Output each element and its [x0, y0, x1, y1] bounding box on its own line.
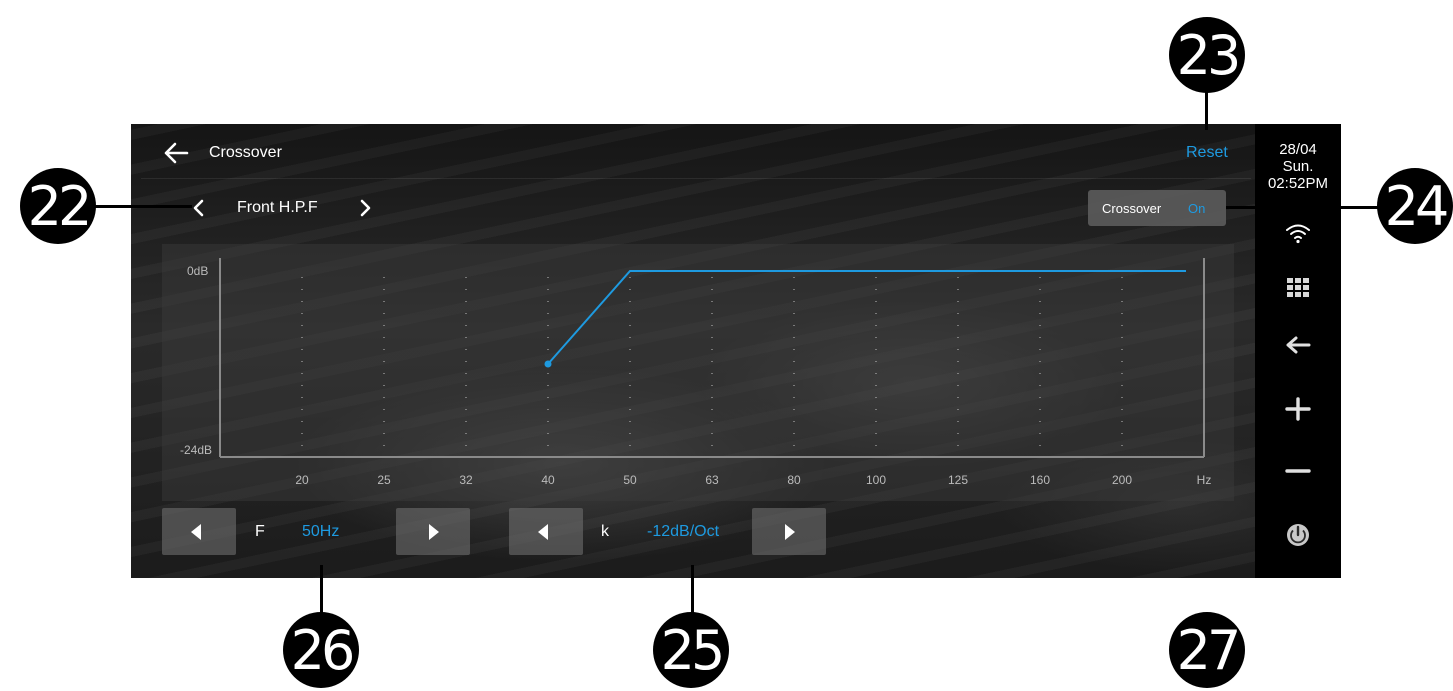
x-tick-label: 32: [459, 473, 473, 487]
callout-25: 25: [653, 612, 729, 688]
slope-decrease-button[interactable]: [509, 508, 583, 555]
y-tick-label: 0dB: [187, 264, 208, 278]
reset-button[interactable]: Reset: [1186, 144, 1228, 162]
date-text: 28/04: [1279, 141, 1317, 158]
volume-down-icon[interactable]: [1283, 458, 1313, 484]
x-tick-label: 40: [541, 473, 555, 487]
header-divider: [141, 178, 1251, 179]
volume-up-icon[interactable]: [1283, 396, 1313, 422]
frequency-label: F: [255, 523, 265, 540]
slope-value: -12dB/Oct: [647, 523, 720, 540]
left-triangle-icon: [538, 524, 548, 540]
x-tick-label: 20: [295, 473, 309, 487]
x-tick-label: Hz: [1197, 473, 1212, 487]
time-text: 02:52PM: [1267, 175, 1329, 192]
x-tick-label: 200: [1112, 473, 1132, 487]
crossover-toggle[interactable]: Crossover On: [1088, 190, 1226, 226]
wifi-icon[interactable]: [1283, 220, 1313, 246]
right-triangle-icon: [429, 524, 439, 540]
x-tick-label: 50: [623, 473, 637, 487]
left-triangle-icon: [191, 524, 201, 540]
page-title: Crossover: [209, 144, 282, 161]
day-text: Sun.: [1282, 158, 1314, 175]
y-tick-label: -24dB: [180, 443, 212, 457]
x-tick-label: 100: [866, 473, 886, 487]
side-panel: 28/04 Sun. 02:52PM: [1255, 124, 1341, 578]
frequency-increase-button[interactable]: [396, 508, 470, 555]
apps-grid-icon[interactable]: [1283, 275, 1313, 301]
callout-23: 23: [1169, 17, 1245, 93]
crossover-toggle-label: Crossover: [1102, 201, 1162, 216]
callout-26: 26: [283, 612, 359, 688]
x-tick-label: 63: [705, 473, 719, 487]
slope-label: k: [601, 523, 609, 540]
callout-24: 24: [1377, 168, 1453, 244]
slope-increase-button[interactable]: [752, 508, 826, 555]
curve-start-point: [544, 360, 552, 368]
x-tick-label: 25: [377, 473, 391, 487]
crossover-curve: [547, 270, 1186, 365]
back-arrow-icon[interactable]: [1283, 332, 1313, 358]
x-tick-label: 80: [787, 473, 801, 487]
channel-name: Front H.P.F: [237, 199, 318, 216]
power-icon[interactable]: [1283, 522, 1313, 548]
crossover-toggle-value: On: [1188, 201, 1206, 216]
crossover-curve-plot: 0dB -24dB 20 25 32 40 50 63 80 100 125 160 200 Hz: [180, 258, 1212, 487]
callout-22: 22: [20, 168, 96, 244]
frequency-value: 50Hz: [302, 523, 340, 540]
crossover-screen: Crossover Reset Front H.P.F Crossover On…: [131, 124, 1341, 578]
callout-leader: [691, 565, 694, 617]
callout-27: 27: [1169, 612, 1245, 688]
frequency-decrease-button[interactable]: [162, 508, 236, 555]
callout-leader: [86, 205, 192, 208]
back-arrow-icon[interactable]: [163, 140, 189, 166]
callout-leader: [1205, 92, 1208, 130]
next-channel-icon[interactable]: [355, 196, 375, 220]
x-tick-label: 160: [1030, 473, 1050, 487]
x-tick-label: 125: [948, 473, 968, 487]
crossover-chart: 0dB -24dB 20 25 32 40 50 63 80 100 125 160 200 Hz: [162, 244, 1234, 501]
previous-channel-icon[interactable]: [189, 196, 209, 220]
callout-leader: [1226, 206, 1384, 209]
right-triangle-icon: [785, 524, 795, 540]
callout-leader: [320, 565, 323, 617]
